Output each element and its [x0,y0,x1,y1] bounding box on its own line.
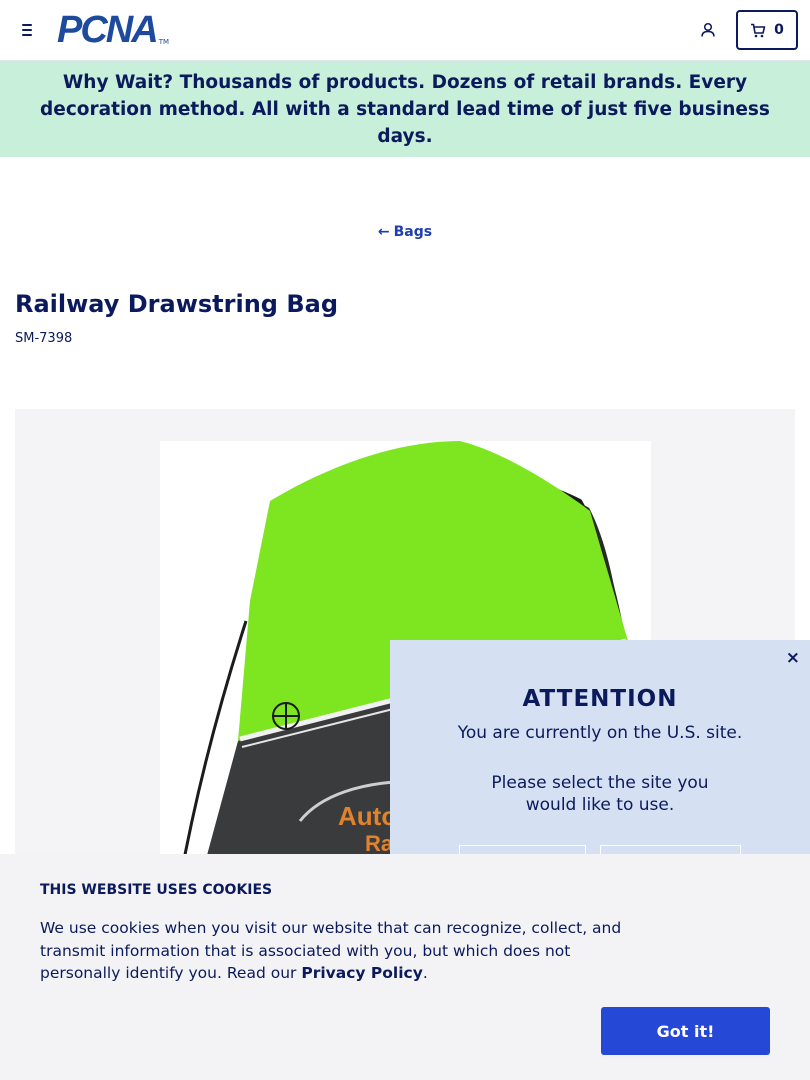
imprint-text-1: Auto [338,801,397,831]
cookie-body-end: . [422,964,428,982]
close-icon[interactable]: × [786,648,800,668]
cart-icon [751,23,766,37]
cookie-title: THIS WEBSITE USES COOKIES [40,882,273,898]
account-icon[interactable] [699,21,717,39]
promo-lead: Why Wait? [62,71,174,93]
site-header: PCNA TM 0 [0,0,810,61]
product-title: Railway Drawstring Bag [15,290,338,318]
pcna-logo[interactable]: PCNA TM [57,9,170,51]
cart-count: 0 [774,22,784,38]
product-sku: SM-7398 [15,331,73,346]
modal-title: ATTENTION [522,686,678,712]
cookie-text: We use cookies when you visit our websit… [40,917,630,985]
arrow-left-icon: ← [377,224,390,240]
promo-banner: Why Wait? Thousands of products. Dozens … [0,61,810,157]
accept-cookies-button[interactable]: Got it! [601,1007,770,1055]
site-selection-modal: × ATTENTION You are currently on the U.S… [390,640,810,885]
cookie-banner: THIS WEBSITE USES COOKIES We use cookies… [0,854,810,1080]
logo-text: PCNA [57,9,159,51]
back-to-category-link[interactable]: ← Bags [0,224,810,240]
cart-button[interactable]: 0 [736,10,798,50]
privacy-policy-link[interactable]: Privacy Policy [301,964,423,982]
back-link-label: Bags [393,224,433,240]
promo-text: Why Wait? Thousands of products. Dozens … [12,69,798,150]
logo-tm: TM [158,38,170,46]
modal-message: You are currently on the U.S. site. [457,723,743,743]
modal-prompt: Please select the site you would like to… [491,773,709,815]
menu-icon[interactable] [18,19,40,41]
